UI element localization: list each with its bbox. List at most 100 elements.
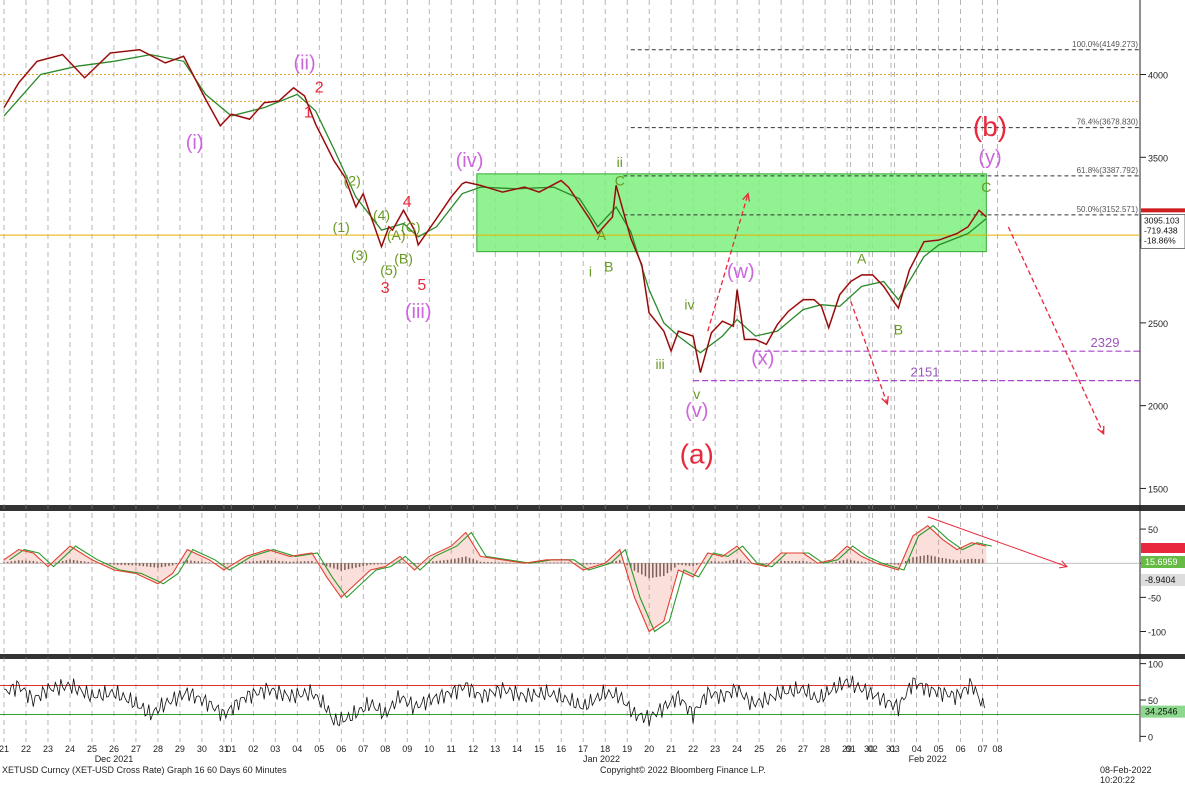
fibonacci-label: 76.4%(3678.830) <box>1077 118 1139 127</box>
x-tick-label: 27 <box>131 744 141 754</box>
x-tick-label: 29 <box>175 744 185 754</box>
x-tick-label: 22 <box>21 744 31 754</box>
wave-label: (x) <box>751 347 774 369</box>
x-tick-label: 23 <box>43 744 53 754</box>
x-tick-label: 07 <box>978 744 988 754</box>
x-tick-label: 08 <box>992 744 1002 754</box>
price-tick-label: 2500 <box>1148 319 1168 329</box>
x-tick-label: 26 <box>109 744 119 754</box>
x-tick-label: 15 <box>534 744 544 754</box>
x-tick-label: 18 <box>600 744 610 754</box>
wave-label: (ii) <box>293 53 315 75</box>
wave-label: (y) <box>978 147 1001 169</box>
x-tick-label: 21 <box>666 744 676 754</box>
price-tick-label: 1500 <box>1148 484 1168 494</box>
x-tick-label: 05 <box>314 744 324 754</box>
x-tick-label: 09 <box>402 744 412 754</box>
panel-divider-1 <box>0 505 1185 511</box>
wave-label: iii <box>655 356 664 372</box>
wave-label: 3 <box>381 280 390 297</box>
wave-label: 4 <box>403 194 412 211</box>
x-tick-label: 17 <box>578 744 588 754</box>
x-tick-label: 19 <box>622 744 632 754</box>
x-tick-label: 28 <box>820 744 830 754</box>
x-tick-label: 28 <box>153 744 163 754</box>
rsi-line <box>3 675 985 727</box>
x-tick-label: 27 <box>798 744 808 754</box>
projection-arrow-mid-head <box>881 395 889 406</box>
macd-value-label: -8.9404 <box>1145 575 1176 585</box>
wave-label: (4) <box>373 207 390 223</box>
fibonacci-label: 61.8%(3387.792) <box>1077 166 1139 175</box>
rsi-tick-label: 50 <box>1148 696 1158 706</box>
support-label: 2151 <box>911 365 940 380</box>
x-tick-label: 02 <box>248 744 258 754</box>
x-tick-label: 02 <box>868 744 878 754</box>
x-tick-label: 10 <box>424 744 434 754</box>
elliott-wave-chart: 15002000250035004000100.0%(4149.273)76.4… <box>0 0 1185 765</box>
wave-label: 1 <box>304 105 313 122</box>
wave-label: 2 <box>315 80 324 97</box>
x-tick-label: 01 <box>226 744 236 754</box>
macd-tick-label: 50 <box>1148 525 1158 535</box>
x-tick-label: 24 <box>732 744 742 754</box>
x-tick-label: 07 <box>358 744 368 754</box>
wave-label: 5 <box>417 277 426 294</box>
x-tick-label: 16 <box>556 744 566 754</box>
support-label: 2329 <box>1091 335 1120 350</box>
x-tick-label: 06 <box>336 744 346 754</box>
current-price-marker <box>1141 208 1185 213</box>
macd-tick-label: -50 <box>1148 593 1161 603</box>
month-label: Jan 2022 <box>583 754 620 764</box>
footer-right: 08-Feb-2022 10:20:22 <box>1100 765 1152 785</box>
panel-divider-2 <box>0 654 1185 659</box>
wave-label: B <box>894 321 903 337</box>
x-tick-label: 06 <box>956 744 966 754</box>
x-tick-label: 23 <box>710 744 720 754</box>
x-tick-label: 05 <box>934 744 944 754</box>
macd-value-red <box>1141 543 1185 553</box>
x-tick-label: 24 <box>65 744 75 754</box>
x-tick-label: 25 <box>87 744 97 754</box>
wave-label: ii <box>617 154 623 170</box>
wave-label: (b) <box>973 111 1007 142</box>
wave-label: (w) <box>727 261 755 283</box>
fibonacci-label: 100.0%(4149.273) <box>1072 40 1138 49</box>
wave-label: C <box>981 179 991 195</box>
wave-label: A <box>597 227 607 243</box>
x-tick-label: 04 <box>912 744 922 754</box>
x-tick-label: 01 <box>846 744 856 754</box>
rsi-value-label: 34.2546 <box>1145 707 1178 717</box>
x-tick-label: 12 <box>468 744 478 754</box>
current-price-label: -719.438 <box>1144 225 1178 235</box>
current-price-label: -18.86% <box>1144 235 1176 245</box>
month-label: Feb 2022 <box>909 754 947 764</box>
price-tick-label: 3500 <box>1148 153 1168 163</box>
x-tick-label: 26 <box>776 744 786 754</box>
wave-label: C <box>615 172 625 188</box>
footer-center: Copyright© 2022 Bloomberg Finance L.P. <box>600 765 766 775</box>
price-tick-label: 2000 <box>1148 402 1168 412</box>
x-tick-label: 13 <box>490 744 500 754</box>
wave-label: (a) <box>680 439 714 470</box>
x-tick-label: 21 <box>0 744 9 754</box>
rsi-tick-label: 100 <box>1148 660 1163 670</box>
wave-label: (C) <box>401 219 420 235</box>
wave-label: (3) <box>351 247 368 263</box>
wave-label: (iii) <box>405 301 432 323</box>
x-tick-label: 04 <box>292 744 302 754</box>
chart-root: 1500 2000 2500 3500 4000 100.0%(4149.273) 76.4… <box>0 0 1185 777</box>
macd-tick-label: -100 <box>1148 628 1166 638</box>
x-tick-label: 11 <box>447 744 456 754</box>
macd-value-label: 15.6959 <box>1145 557 1178 567</box>
x-tick-label: 22 <box>688 744 698 754</box>
x-tick-label: 14 <box>512 744 522 754</box>
wave-label: (B) <box>394 250 413 266</box>
x-tick-label: 08 <box>380 744 390 754</box>
x-tick-label: 03 <box>890 744 900 754</box>
wave-label: (i) <box>186 132 204 154</box>
wave-label: (v) <box>685 400 708 422</box>
projection-arrow-down <box>1007 226 1105 435</box>
wave-label: i <box>589 264 592 280</box>
month-label: Dec 2021 <box>95 754 134 764</box>
